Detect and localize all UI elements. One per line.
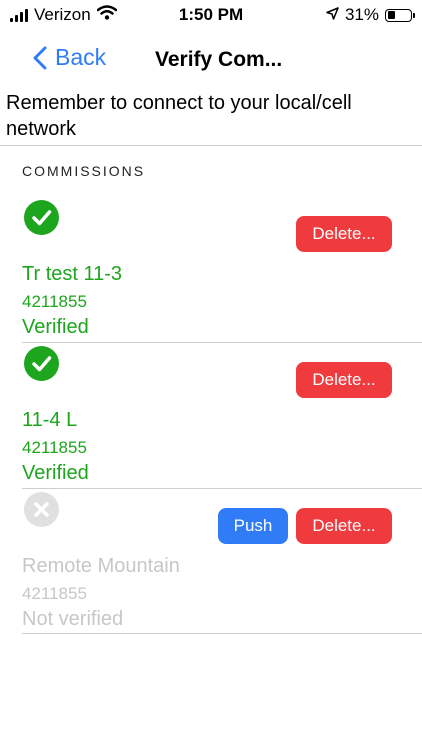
x-circle-icon — [24, 492, 59, 527]
check-circle-icon — [24, 346, 59, 381]
commission-name: 11-4 L — [22, 409, 78, 431]
delete-button[interactable]: Delete... — [296, 508, 392, 544]
page-title: Verify Com... — [155, 48, 283, 71]
push-button[interactable]: Push — [218, 508, 288, 544]
divider — [22, 488, 422, 489]
network-notice: Remember to connect to your local/cell n… — [6, 92, 352, 140]
commission-code: 4211855 — [22, 584, 87, 603]
commission-code: 4211855 — [22, 292, 87, 311]
check-circle-icon — [24, 200, 59, 235]
list-item: Push Delete... Remote Mountain 4211855 N… — [0, 492, 422, 634]
list-item: Delete... Tr test 11-3 4211855 Verified — [0, 200, 422, 342]
battery-icon — [385, 8, 415, 22]
commission-status: Not verified — [22, 608, 124, 630]
commission-status: Verified — [22, 462, 89, 484]
divider — [0, 145, 422, 146]
commission-name: Tr test 11-3 — [22, 263, 123, 285]
divider — [22, 633, 422, 634]
commission-name: Remote Mountain — [22, 555, 180, 577]
back-button[interactable]: Back — [33, 44, 106, 71]
delete-button[interactable]: Delete... — [296, 216, 392, 252]
divider — [22, 342, 422, 343]
navigation-bar: Back Verify Com... — [0, 40, 422, 84]
chevron-left-icon — [33, 46, 47, 70]
location-arrow-icon — [326, 5, 339, 25]
commission-status: Verified — [22, 316, 89, 338]
commission-code: 4211855 — [22, 438, 87, 457]
back-label: Back — [55, 44, 107, 70]
status-bar: Verizon 1:50 PM 31% — [0, 0, 422, 30]
section-header: COMMISSIONS — [22, 163, 146, 179]
delete-button[interactable]: Delete... — [296, 362, 392, 398]
list-item: Delete... 11-4 L 4211855 Verified — [0, 346, 422, 488]
battery-percent: 31% — [344, 5, 379, 24]
